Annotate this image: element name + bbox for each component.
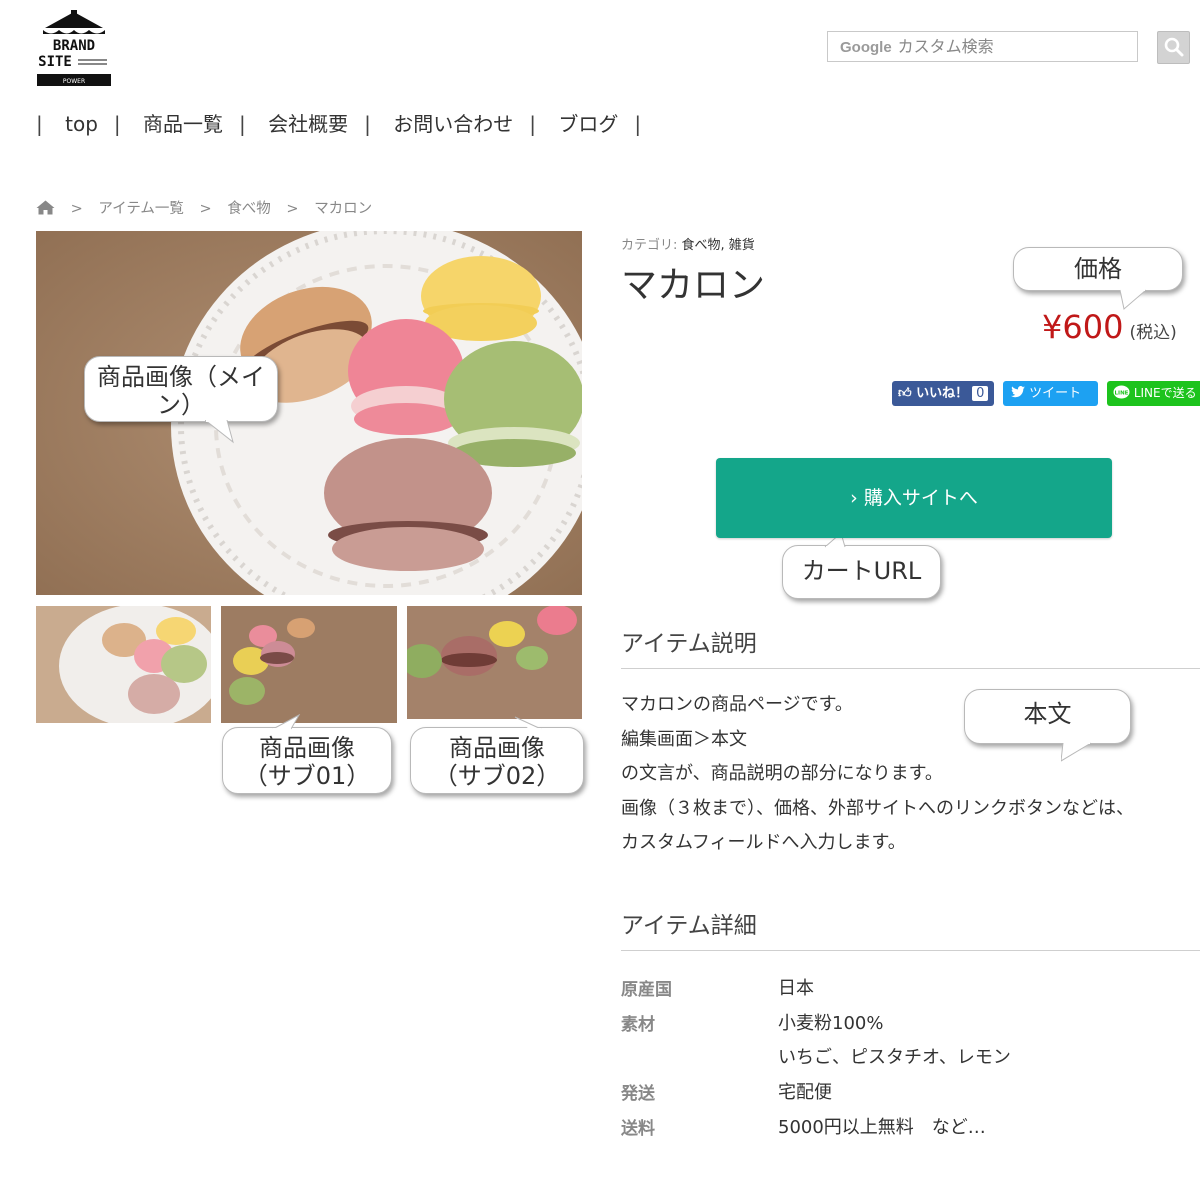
- nav-separator: |: [634, 112, 642, 136]
- google-mark: Google: [840, 39, 892, 56]
- breadcrumb-item-food[interactable]: 食べ物: [227, 201, 271, 217]
- annotation-sub01-line2: （サブ01）: [243, 762, 371, 790]
- annotation-body-label: 本文: [1023, 700, 1072, 728]
- nav-item-contact[interactable]: お問い合わせ: [393, 112, 513, 136]
- search-placeholder: カスタム検索: [897, 37, 994, 56]
- tax-note: (税込): [1129, 323, 1177, 343]
- annotation-main-image-line2: ン）: [157, 391, 205, 419]
- product-thumbnail-3[interactable]: [407, 606, 582, 719]
- logo-small: POWER: [63, 78, 85, 85]
- annotation-sub01: 商品画像 （サブ01）: [222, 714, 392, 794]
- spec-value-material-1: 小麦粉100%: [778, 1013, 884, 1034]
- annotation-body: 本文: [964, 689, 1131, 762]
- details-heading: アイテム詳細: [621, 906, 1200, 951]
- category-line: カテゴリ: 食べ物, 雑貨: [621, 234, 755, 253]
- description-line: の文言が、商品説明の部分になります。: [621, 763, 943, 784]
- search-icon: [1164, 37, 1184, 57]
- annotation-cart-url-label: カートURL: [801, 557, 922, 585]
- nav-separator: |: [113, 112, 121, 136]
- nav-separator: |: [239, 112, 246, 136]
- tweet-button[interactable]: ツイート: [1003, 381, 1098, 406]
- global-nav: | top | 商品一覧 | 会社概要 | お問い合わせ | ブログ |: [36, 108, 657, 137]
- line-icon: LINE: [1113, 385, 1130, 399]
- twitter-bird-icon: [1011, 386, 1025, 398]
- breadcrumb-item-current: マカロン: [314, 201, 373, 217]
- line-label: LINEで送る: [1133, 386, 1197, 400]
- logo-line2: SITE: [38, 54, 72, 70]
- spec-value-shipping: 宅配便: [778, 1082, 832, 1103]
- spec-key-shipping-fee: 送料: [621, 1119, 655, 1139]
- spec-value-material-2: いちご、ピスタチオ、レモン: [778, 1047, 1011, 1068]
- product-thumbnail-1[interactable]: [36, 606, 211, 723]
- nav-separator: |: [529, 112, 536, 136]
- breadcrumb: > アイテム一覧 > 食べ物 > マカロン: [36, 197, 372, 218]
- nav-separator: |: [36, 112, 43, 136]
- nav-item-company[interactable]: 会社概要: [268, 112, 348, 136]
- category-values[interactable]: 食べ物, 雑貨: [682, 238, 755, 253]
- search-input[interactable]: Google カスタム検索: [827, 31, 1138, 62]
- annotation-price-label: 価格: [1074, 255, 1122, 283]
- annotation-main-image: 商品画像（メイ ン）: [84, 356, 278, 444]
- callout-tail: [514, 716, 542, 730]
- search-button[interactable]: [1157, 31, 1190, 64]
- facebook-like-button[interactable]: 👍︎ いいね！ 0: [892, 381, 994, 406]
- price: ¥600 (税込): [1042, 308, 1177, 346]
- spec-key-shipping: 発送: [621, 1084, 655, 1104]
- annotation-price: 価格: [1013, 247, 1183, 310]
- like-label: いいね！: [916, 386, 969, 401]
- spec-key-origin: 原産国: [621, 980, 672, 1000]
- nav-item-products[interactable]: 商品一覧: [143, 112, 223, 136]
- svg-text:LINE: LINE: [1115, 391, 1129, 397]
- brand-logo[interactable]: BRAND SITE POWER: [33, 10, 115, 90]
- description-heading: アイテム説明: [621, 624, 1200, 669]
- nav-item-top[interactable]: top: [65, 112, 98, 136]
- description-line: 画像（３枚まで）、価格、外部サイトへのリンクボタンなどは、: [621, 797, 1134, 819]
- breadcrumb-item-items[interactable]: アイテム一覧: [98, 201, 184, 217]
- like-count: 0: [972, 386, 989, 401]
- annotation-main-image-line1: 商品画像（メイ: [97, 363, 265, 391]
- nav-item-blog[interactable]: ブログ: [558, 112, 618, 136]
- chevron-right-icon: ›: [850, 487, 858, 509]
- breadcrumb-separator: >: [70, 201, 83, 217]
- callout-tail: [272, 714, 301, 730]
- callout-tail: [1061, 742, 1092, 762]
- nav-separator: |: [364, 112, 371, 136]
- price-value: ¥600: [1042, 308, 1124, 346]
- logo-line1: BRAND: [53, 38, 95, 54]
- spec-value-origin: 日本: [778, 978, 814, 999]
- buy-button-label: 購入サイトへ: [863, 487, 978, 509]
- page-title: マカロン: [621, 265, 766, 306]
- description-line: カスタムフィールドへ入力します。: [621, 832, 906, 853]
- tweet-label: ツイート: [1029, 386, 1082, 401]
- annotation-cart-url: カートURL: [782, 532, 941, 599]
- line-send-button[interactable]: LINE LINEで送る: [1107, 381, 1200, 406]
- home-icon[interactable]: [36, 200, 55, 215]
- product-thumbnail-2[interactable]: [221, 606, 397, 723]
- annotation-sub02-line1: 商品画像: [449, 734, 545, 762]
- spec-key-material: 素材: [621, 1015, 655, 1035]
- category-label: カテゴリ:: [621, 238, 678, 253]
- annotation-sub02-line2: （サブ02）: [433, 762, 561, 790]
- breadcrumb-separator: >: [199, 201, 212, 217]
- buy-site-button[interactable]: › 購入サイトへ: [716, 458, 1112, 538]
- callout-tail: [205, 420, 234, 444]
- annotation-sub01-line1: 商品画像: [259, 734, 355, 762]
- breadcrumb-separator: >: [286, 201, 299, 217]
- annotation-sub02: 商品画像 （サブ02）: [410, 716, 584, 794]
- thumbs-up-icon: 👍︎: [898, 386, 912, 401]
- spec-value-shipping-fee: 5000円以上無料 など…: [778, 1117, 986, 1138]
